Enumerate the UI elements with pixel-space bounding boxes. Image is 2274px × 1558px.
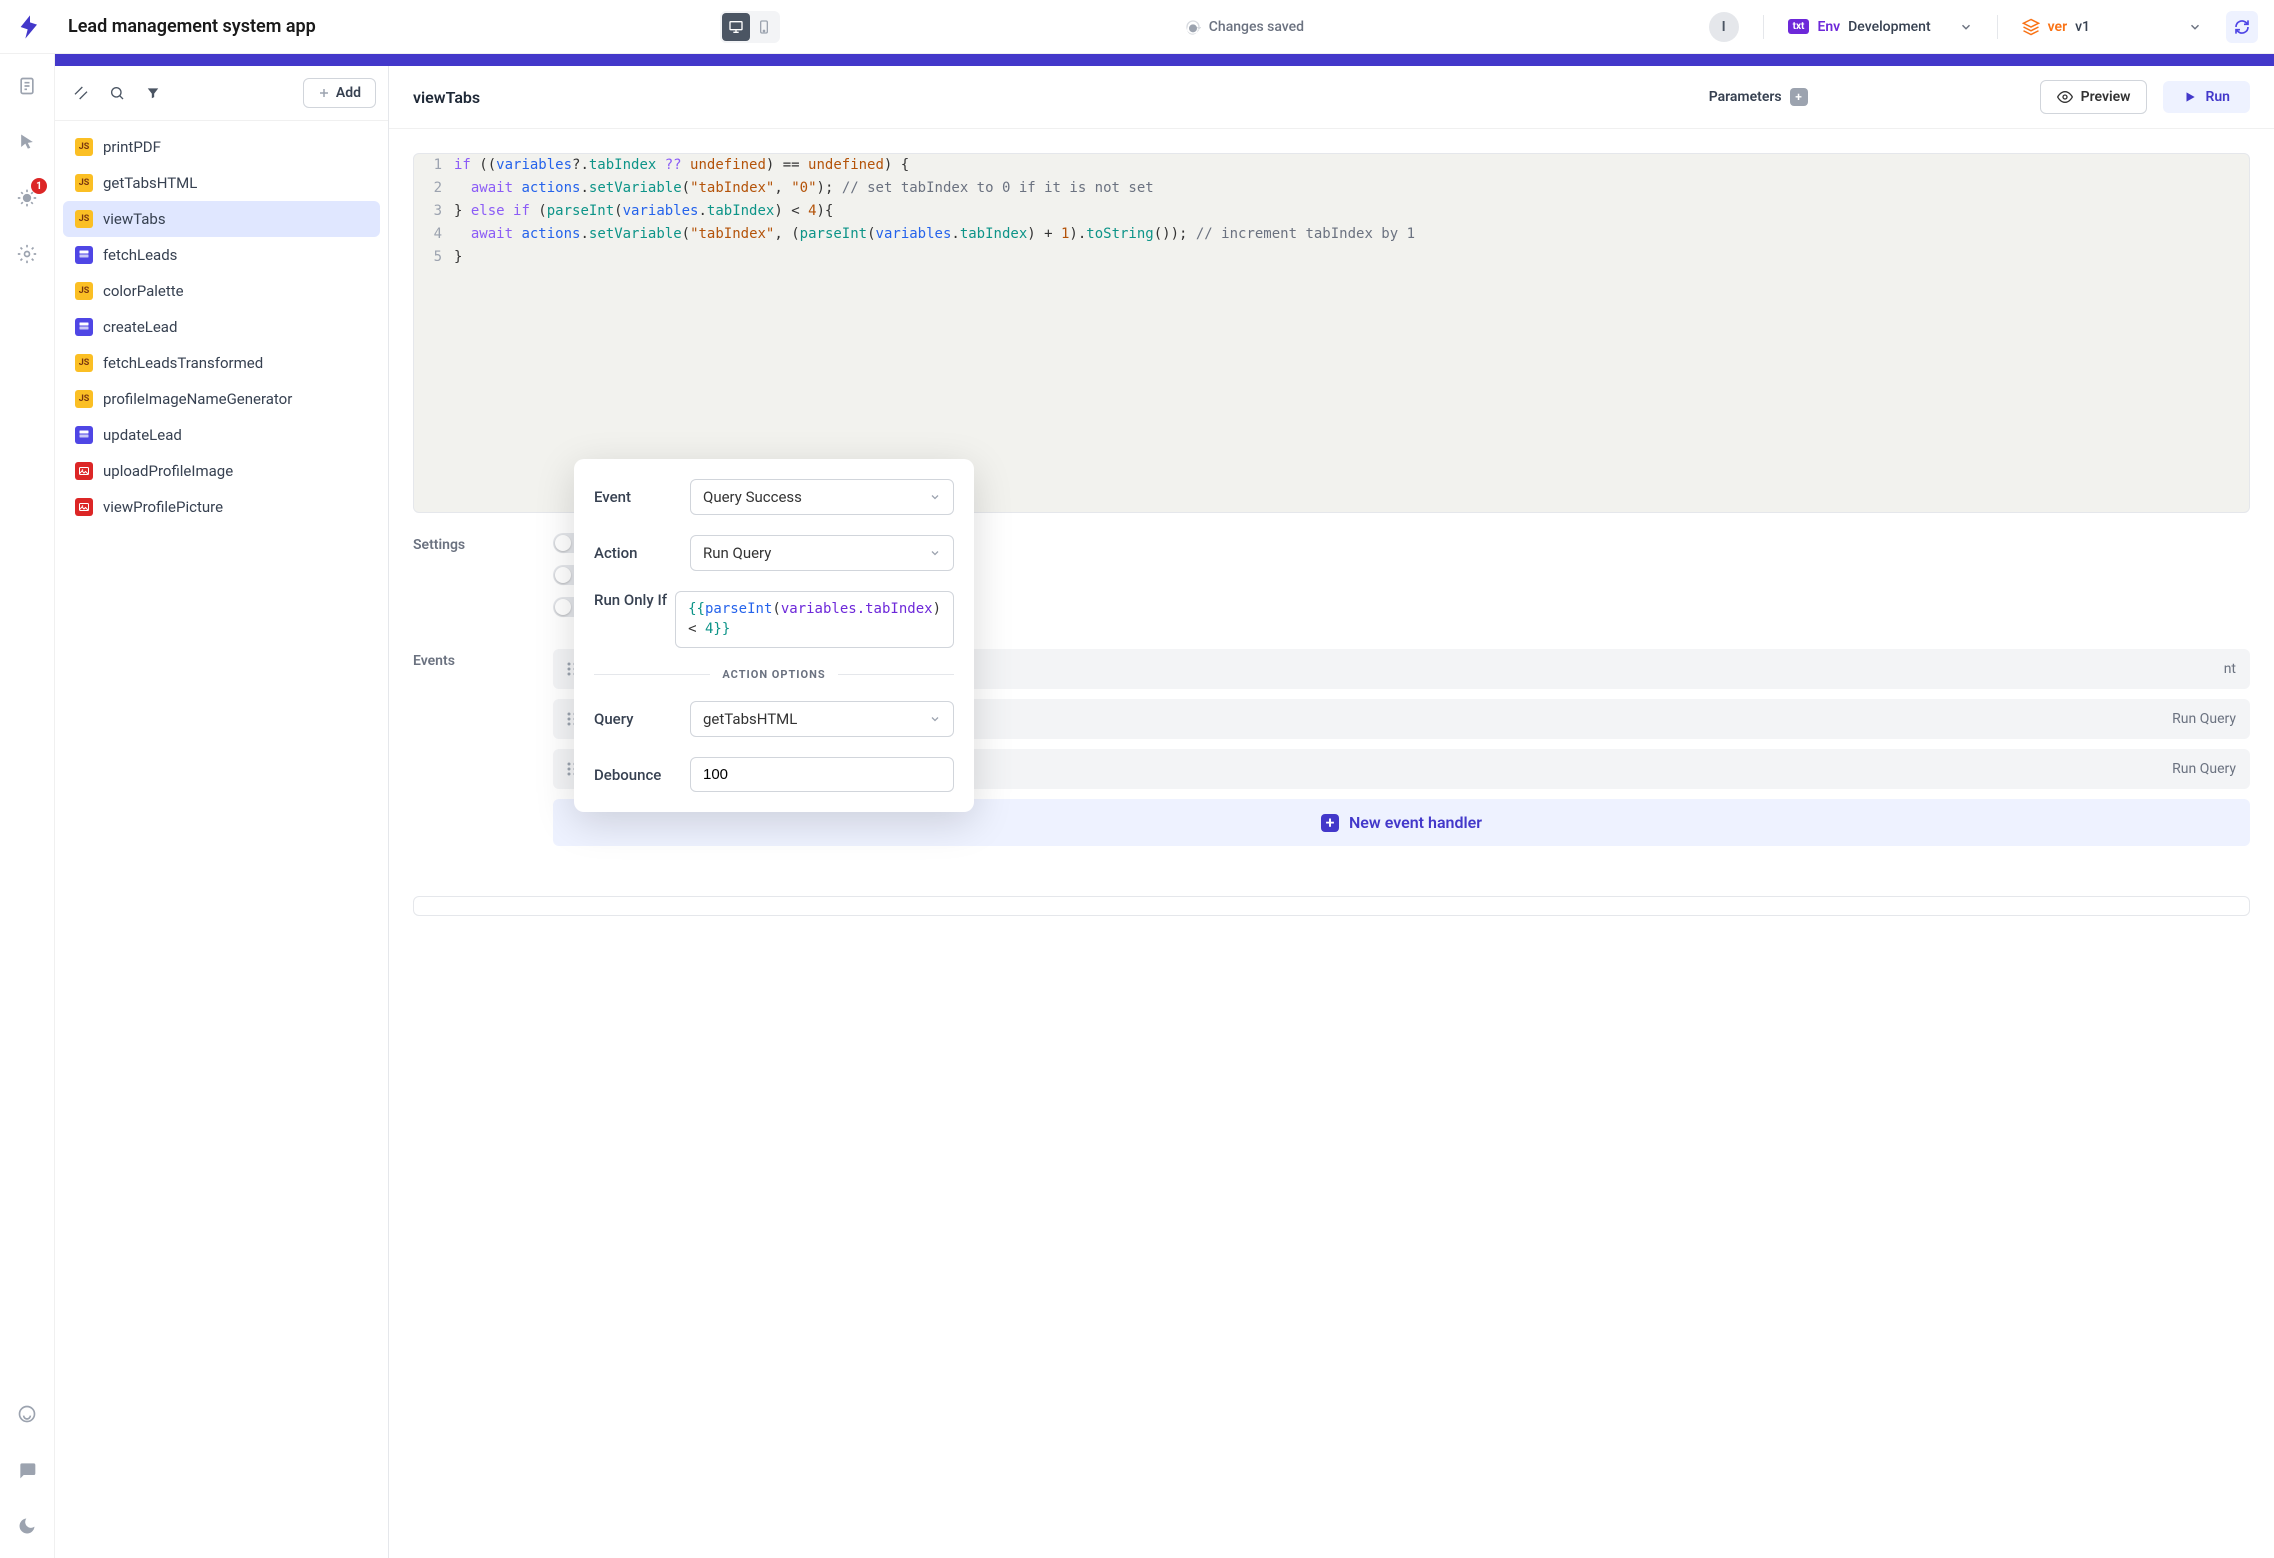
chevron-down-icon bbox=[929, 491, 941, 503]
sidebar-item-label: updateLead bbox=[103, 426, 182, 444]
settings-heading: Settings bbox=[413, 533, 523, 629]
img-icon bbox=[75, 498, 93, 516]
parameters-section: Parameters + bbox=[1709, 88, 1808, 106]
db-icon bbox=[75, 318, 93, 336]
rail-debug-icon[interactable]: 1 bbox=[11, 182, 43, 214]
layers-icon bbox=[2022, 18, 2040, 36]
canvas-strip bbox=[55, 54, 2274, 66]
debounce-label: Debounce bbox=[594, 766, 690, 784]
query-name: viewTabs bbox=[413, 88, 480, 107]
sidebar-item-label: createLead bbox=[103, 318, 177, 336]
sidebar-item-label: getTabsHTML bbox=[103, 174, 197, 192]
chevron-down-icon bbox=[929, 547, 941, 559]
chevron-down-icon bbox=[1959, 20, 1973, 34]
add-parameter-button[interactable]: + bbox=[1790, 88, 1808, 106]
sidebar-item-createLead[interactable]: createLead bbox=[63, 309, 380, 345]
left-rail: 1 bbox=[0, 54, 55, 1558]
device-toggle bbox=[720, 11, 780, 43]
plus-icon: + bbox=[1321, 814, 1339, 832]
next-section-stub bbox=[413, 896, 2250, 916]
action-options-heading: ACTION OPTIONS bbox=[722, 668, 825, 681]
collapse-icon[interactable] bbox=[67, 79, 95, 107]
event-select[interactable]: Query Success bbox=[690, 479, 954, 515]
logo-icon[interactable] bbox=[16, 13, 44, 41]
js-icon: JS bbox=[75, 138, 93, 156]
rail-cursor-icon[interactable] bbox=[11, 126, 43, 158]
sidebar-item-fetchLeads[interactable]: fetchLeads bbox=[63, 237, 380, 273]
content-area: viewTabs Parameters + Preview Run bbox=[389, 66, 2274, 1558]
js-icon: JS bbox=[75, 210, 93, 228]
run-only-if-input[interactable]: {{parseInt(variables.tabIndex) < 4}} bbox=[675, 591, 954, 648]
events-heading: Events bbox=[413, 649, 523, 846]
env-selector[interactable]: txt Env Development bbox=[1788, 19, 1973, 35]
event-handler-popover: Event Query Success Action bbox=[574, 459, 974, 812]
search-icon[interactable] bbox=[103, 79, 131, 107]
sidebar-item-profileImageNameGenerator[interactable]: JS profileImageNameGenerator bbox=[63, 381, 380, 417]
db-icon bbox=[75, 246, 93, 264]
add-button[interactable]: Add bbox=[303, 78, 376, 108]
sidebar-item-colorPalette[interactable]: JS colorPalette bbox=[63, 273, 380, 309]
sidebar-item-label: viewTabs bbox=[103, 210, 166, 228]
sidebar-item-label: printPDF bbox=[103, 138, 161, 156]
mobile-view-button[interactable] bbox=[750, 13, 778, 41]
run-button[interactable]: Run bbox=[2163, 81, 2250, 113]
event-action: nt bbox=[2224, 661, 2236, 677]
img-icon bbox=[75, 462, 93, 480]
user-avatar[interactable]: I bbox=[1709, 12, 1739, 42]
version-selector[interactable]: ver v1 bbox=[2022, 18, 2202, 36]
js-icon: JS bbox=[75, 174, 93, 192]
sidebar-item-label: viewProfilePicture bbox=[103, 498, 223, 516]
sidebar-item-label: uploadProfileImage bbox=[103, 462, 233, 480]
app-title: Lead management system app bbox=[68, 16, 316, 37]
event-action: Run Query bbox=[2172, 761, 2236, 777]
action-select[interactable]: Run Query bbox=[690, 535, 954, 571]
rail-chat-icon[interactable] bbox=[11, 1454, 43, 1486]
filter-icon[interactable] bbox=[139, 79, 167, 107]
action-label: Action bbox=[594, 544, 690, 562]
desktop-view-button[interactable] bbox=[722, 13, 750, 41]
save-status: Changes saved bbox=[1185, 19, 1304, 35]
sidebar-item-label: profileImageNameGenerator bbox=[103, 390, 292, 408]
db-icon bbox=[75, 426, 93, 444]
sidebar-item-getTabsHTML[interactable]: JS getTabsHTML bbox=[63, 165, 380, 201]
event-action: Run Query bbox=[2172, 711, 2236, 727]
rail-page-icon[interactable] bbox=[11, 70, 43, 102]
sidebar-item-fetchLeadsTransformed[interactable]: JS fetchLeadsTransformed bbox=[63, 345, 380, 381]
rail-support-icon[interactable] bbox=[11, 1398, 43, 1430]
query-select[interactable]: getTabsHTML bbox=[690, 701, 954, 737]
sidebar-item-viewProfilePicture[interactable]: viewProfilePicture bbox=[63, 489, 380, 525]
js-icon: JS bbox=[75, 390, 93, 408]
debug-badge: 1 bbox=[31, 178, 47, 194]
refresh-button[interactable] bbox=[2226, 11, 2258, 43]
js-icon: JS bbox=[75, 354, 93, 372]
sidebar-item-printPDF[interactable]: JS printPDF bbox=[63, 129, 380, 165]
debounce-input[interactable] bbox=[690, 757, 954, 792]
run-only-if-label: Run Only If bbox=[594, 591, 675, 609]
sidebar-item-updateLead[interactable]: updateLead bbox=[63, 417, 380, 453]
chevron-down-icon bbox=[929, 713, 941, 725]
rail-theme-icon[interactable] bbox=[11, 1510, 43, 1542]
sidebar-item-uploadProfileImage[interactable]: uploadProfileImage bbox=[63, 453, 380, 489]
js-icon: JS bbox=[75, 282, 93, 300]
chevron-down-icon bbox=[2188, 20, 2202, 34]
preview-button[interactable]: Preview bbox=[2040, 80, 2148, 114]
rail-settings-icon[interactable] bbox=[11, 238, 43, 270]
queries-sidebar: Add JS printPDF JS getTabsHTML JS viewTabs fet… bbox=[55, 66, 389, 1558]
sidebar-item-viewTabs[interactable]: JS viewTabs bbox=[63, 201, 380, 237]
event-label: Event bbox=[594, 488, 690, 506]
sidebar-item-label: fetchLeadsTransformed bbox=[103, 354, 263, 372]
sidebar-item-label: fetchLeads bbox=[103, 246, 177, 264]
query-label: Query bbox=[594, 710, 690, 728]
sidebar-item-label: colorPalette bbox=[103, 282, 184, 300]
env-badge-icon: txt bbox=[1788, 19, 1810, 34]
app-header: Lead management system app Changes saved… bbox=[0, 0, 2274, 54]
